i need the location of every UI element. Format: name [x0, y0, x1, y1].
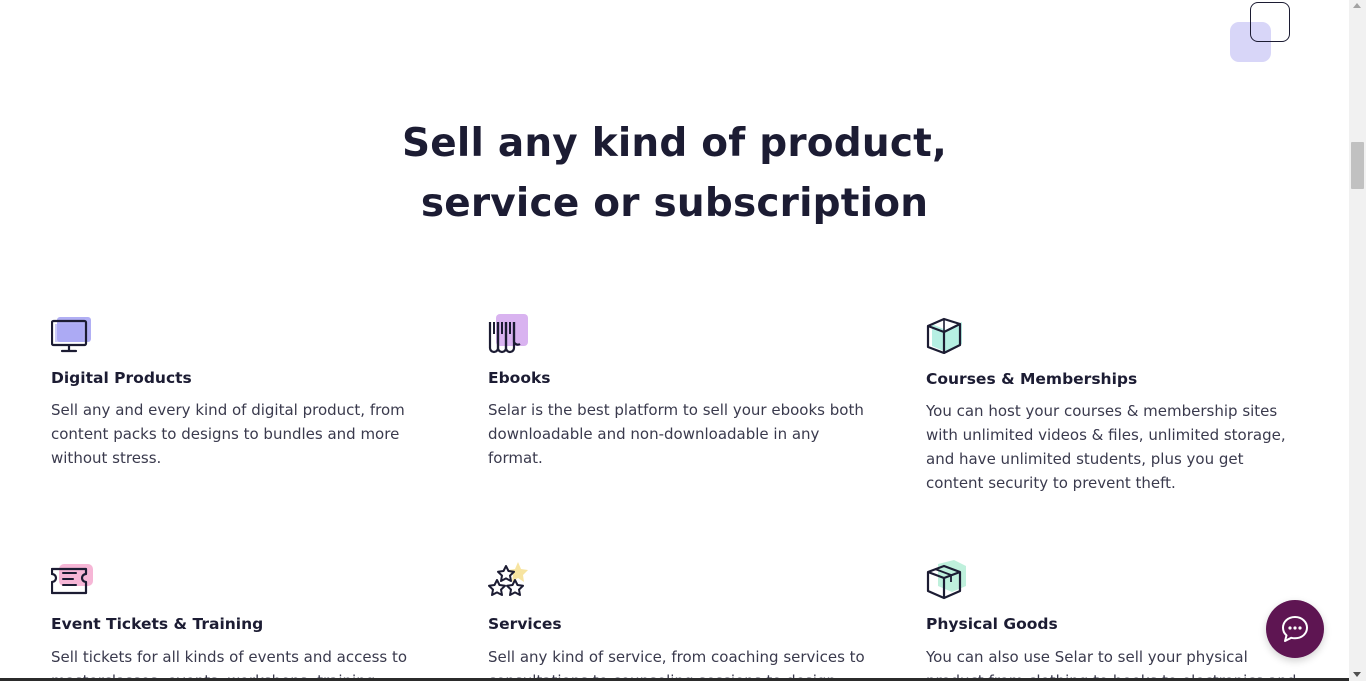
feature-title: Ebooks: [488, 369, 551, 387]
page: Sell any kind of product, service or sub…: [0, 0, 1366, 681]
box-icon: [926, 560, 966, 600]
section-heading: Sell any kind of product, service or sub…: [0, 114, 1349, 234]
vertical-scrollbar[interactable]: [1349, 0, 1366, 681]
feature-title: Courses & Memberships: [926, 370, 1138, 388]
feature-description: Selar is the best platform to sell your …: [488, 401, 864, 467]
stars-icon: [488, 562, 528, 596]
section-heading-line-1: Sell any kind of product,: [401, 121, 948, 166]
section-heading-line-2: service or subscription: [420, 181, 929, 226]
feature-description: Sell tickets for all kinds of events and…: [51, 648, 408, 681]
main-content: Sell any kind of product, service or sub…: [0, 0, 1349, 681]
scrollbar-thumb[interactable]: [1351, 142, 1364, 189]
scroll-up-arrow-icon[interactable]: [1353, 3, 1361, 8]
ebook-icon: [488, 314, 528, 354]
scroll-down-arrow-icon[interactable]: [1353, 672, 1361, 677]
feature-description: Sell any and every kind of digital produ…: [51, 401, 405, 467]
ticket-icon: [51, 564, 93, 595]
open-book-icon: [926, 317, 962, 354]
feature-title: Physical Goods: [926, 615, 1058, 633]
decorative-square-outline: [1250, 2, 1290, 42]
feature-description: Sell any kind of service, from coaching …: [488, 648, 865, 681]
chat-bubble-icon: [1282, 616, 1308, 642]
feature-title: Event Tickets & Training: [51, 615, 264, 633]
feature-title: Services: [488, 615, 562, 633]
chat-button[interactable]: [1266, 600, 1324, 658]
feature-description: You can host your courses & membership s…: [926, 402, 1286, 492]
feature-description: You can also use Selar to sell your phys…: [926, 648, 1297, 681]
feature-title: Digital Products: [51, 369, 192, 387]
monitor-icon: [51, 317, 91, 353]
